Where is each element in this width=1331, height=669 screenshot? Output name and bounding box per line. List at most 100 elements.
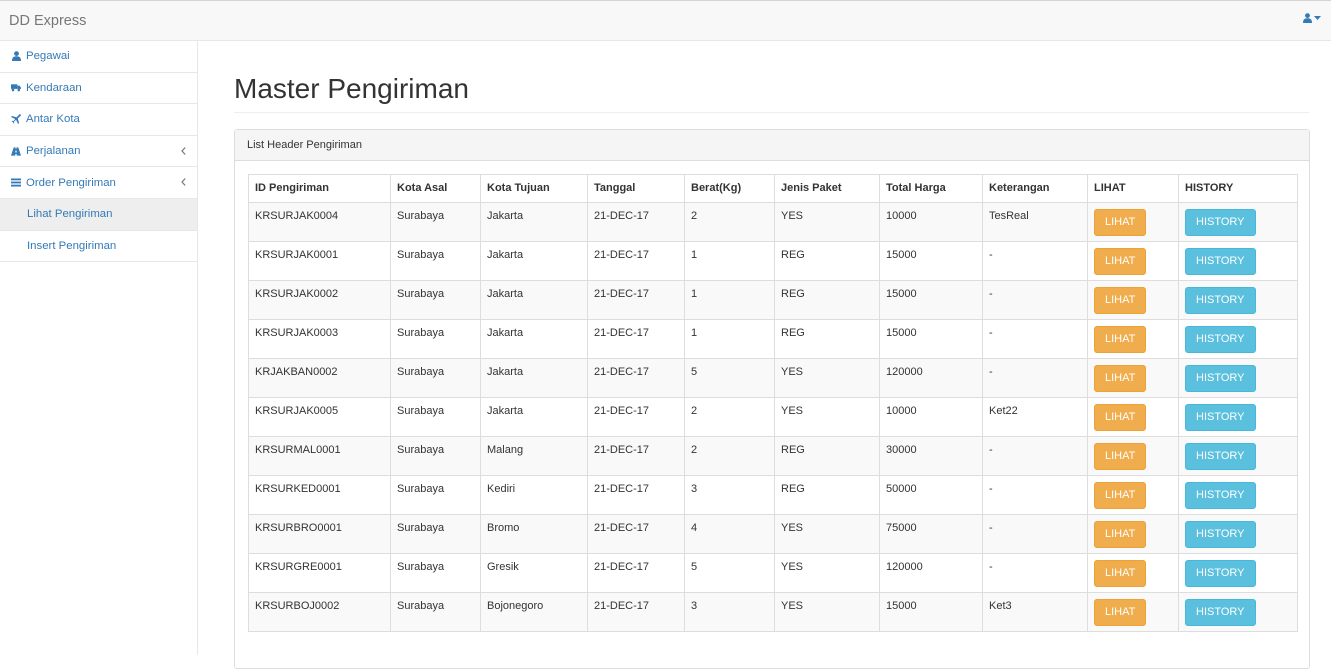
lihat-button[interactable]: LIHAT: [1094, 482, 1147, 509]
table-cell-kota-asal: Surabaya: [390, 475, 481, 515]
column-header-berat: Berat(Kg): [684, 174, 775, 203]
table-cell-total-harga: 30000: [879, 436, 983, 476]
history-button[interactable]: HISTORY: [1185, 287, 1256, 314]
history-button[interactable]: HISTORY: [1185, 209, 1256, 236]
table-cell-kota-asal: Surabaya: [390, 514, 481, 554]
sidebar-item-perjalanan[interactable]: Perjalanan: [0, 136, 197, 168]
table-cell-berat: 4: [684, 514, 775, 554]
table-cell-jenis-paket: REG: [774, 436, 880, 476]
table-cell-berat: 2: [684, 436, 775, 476]
table-cell-tanggal: 21-DEC-17: [587, 358, 685, 398]
column-header-lihat: LIHAT: [1087, 174, 1179, 203]
lihat-button[interactable]: LIHAT: [1094, 521, 1147, 548]
sidebar-item-pegawai[interactable]: Pegawai: [0, 41, 197, 73]
table-cell-keterangan: TesReal: [982, 202, 1088, 242]
lihat-button[interactable]: LIHAT: [1094, 209, 1147, 236]
lihat-button[interactable]: LIHAT: [1094, 404, 1147, 431]
history-button[interactable]: HISTORY: [1185, 365, 1256, 392]
table-cell-history: HISTORY: [1178, 553, 1298, 593]
lihat-button[interactable]: LIHAT: [1094, 443, 1147, 470]
table-cell-tanggal: 21-DEC-17: [587, 241, 685, 281]
table-cell-total-harga: 10000: [879, 202, 983, 242]
user-icon: [1303, 13, 1312, 23]
sidebar-item-kendaraan[interactable]: Kendaraan: [0, 73, 197, 105]
table-cell-history: HISTORY: [1178, 397, 1298, 437]
table-cell-kota-tujuan: Gresik: [480, 553, 588, 593]
lihat-button[interactable]: LIHAT: [1094, 248, 1147, 275]
lihat-button[interactable]: LIHAT: [1094, 326, 1147, 353]
panel-heading: List Header Pengiriman: [235, 130, 1309, 161]
table-cell-id-pengiriman: KRSURJAK0001: [248, 241, 391, 281]
table-cell-keterangan: -: [982, 436, 1088, 476]
lihat-button[interactable]: LIHAT: [1094, 287, 1147, 314]
sidebar-item-label: Pegawai: [26, 50, 70, 63]
table-cell-lihat: LIHAT: [1087, 514, 1179, 554]
table-cell-tanggal: 21-DEC-17: [587, 202, 685, 242]
table-cell-kota-asal: Surabaya: [390, 436, 481, 476]
road-icon: [11, 146, 21, 156]
table-row: KRSURGRE0001 Surabaya Gresik 21-DEC-17 5 YES 1…: [248, 553, 1298, 593]
history-button[interactable]: HISTORY: [1185, 599, 1256, 626]
table-cell-id-pengiriman: KRSURKED0001: [248, 475, 391, 515]
table-cell-history: HISTORY: [1178, 241, 1298, 281]
table-cell-tanggal: 21-DEC-17: [587, 514, 685, 554]
pengiriman-table: ID Pengiriman Kota Asal Kota Tujuan Tanggal…: [248, 174, 1298, 632]
table-cell-kota-asal: Surabaya: [390, 553, 481, 593]
lihat-button[interactable]: LIHAT: [1094, 599, 1147, 626]
column-header-tanggal: Tanggal: [587, 174, 685, 203]
table-cell-kota-asal: Surabaya: [390, 592, 481, 632]
table-cell-kota-asal: Surabaya: [390, 397, 481, 437]
table-cell-lihat: LIHAT: [1087, 475, 1179, 515]
history-button[interactable]: HISTORY: [1185, 560, 1256, 587]
table-body: KRSURJAK0004 Surabaya Jakarta 21-DEC-17 2 YES…: [248, 202, 1298, 632]
table-cell-lihat: LIHAT: [1087, 319, 1179, 359]
table-cell-berat: 1: [684, 319, 775, 359]
brand-logo[interactable]: DD Express: [9, 13, 86, 29]
history-button[interactable]: HISTORY: [1185, 482, 1256, 509]
history-button[interactable]: HISTORY: [1185, 326, 1256, 353]
table-cell-tanggal: 21-DEC-17: [587, 553, 685, 593]
chevron-left-icon: [181, 146, 186, 158]
table-cell-tanggal: 21-DEC-17: [587, 592, 685, 632]
sidebar-subitem-insert-pengiriman[interactable]: Insert Pengiriman: [0, 231, 197, 263]
lihat-button[interactable]: LIHAT: [1094, 560, 1147, 587]
table-cell-tanggal: 21-DEC-17: [587, 475, 685, 515]
sidebar: Pegawai Kendaraan Antar Kota Perjalanan …: [0, 41, 198, 655]
table-cell-jenis-paket: REG: [774, 319, 880, 359]
history-button[interactable]: HISTORY: [1185, 248, 1256, 275]
sidebar-item-label: Lihat Pengiriman: [27, 208, 113, 221]
table-cell-lihat: LIHAT: [1087, 436, 1179, 476]
history-button[interactable]: HISTORY: [1185, 521, 1256, 548]
history-button[interactable]: HISTORY: [1185, 404, 1256, 431]
table-cell-lihat: LIHAT: [1087, 553, 1179, 593]
table-cell-id-pengiriman: KRSURJAK0004: [248, 202, 391, 242]
table-cell-history: HISTORY: [1178, 514, 1298, 554]
table-cell-jenis-paket: YES: [774, 358, 880, 398]
table-cell-keterangan: Ket22: [982, 397, 1088, 437]
column-header-kota-tujuan: Kota Tujuan: [480, 174, 588, 203]
user-menu-button[interactable]: [1303, 13, 1321, 23]
table-cell-kota-asal: Surabaya: [390, 202, 481, 242]
top-navbar: DD Express: [0, 0, 1331, 41]
lihat-button[interactable]: LIHAT: [1094, 365, 1147, 392]
sidebar-item-antar-kota[interactable]: Antar Kota: [0, 104, 197, 136]
table-cell-lihat: LIHAT: [1087, 358, 1179, 398]
table-cell-total-harga: 75000: [879, 514, 983, 554]
table-row: KRSURBOJ0002 Surabaya Bojonegoro 21-DEC-17 3…: [248, 592, 1298, 632]
history-button[interactable]: HISTORY: [1185, 443, 1256, 470]
table-cell-berat: 5: [684, 553, 775, 593]
table-cell-berat: 5: [684, 358, 775, 398]
sidebar-subitem-lihat-pengiriman[interactable]: Lihat Pengiriman: [0, 198, 197, 231]
table-cell-jenis-paket: YES: [774, 397, 880, 437]
table-cell-keterangan: Ket3: [982, 592, 1088, 632]
table-cell-kota-tujuan: Jakarta: [480, 319, 588, 359]
table-cell-lihat: LIHAT: [1087, 241, 1179, 281]
table-cell-tanggal: 21-DEC-17: [587, 319, 685, 359]
chevron-left-icon: [181, 177, 186, 189]
table-cell-kota-tujuan: Jakarta: [480, 280, 588, 320]
table-row: KRSURJAK0003 Surabaya Jakarta 21-DEC-17 1 REG…: [248, 319, 1298, 359]
sidebar-item-order-pengiriman[interactable]: Order Pengiriman: [0, 167, 197, 199]
table-cell-berat: 3: [684, 592, 775, 632]
table-cell-id-pengiriman: KRSURMAL0001: [248, 436, 391, 476]
table-row: KRSURKED0001 Surabaya Kediri 21-DEC-17 3 REG 5…: [248, 475, 1298, 515]
